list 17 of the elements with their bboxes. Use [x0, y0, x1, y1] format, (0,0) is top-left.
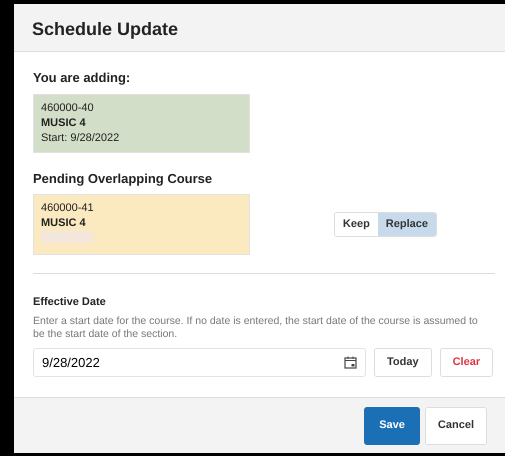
section-heading: You are adding: [33, 69, 132, 87]
toggle-option[interactable]: Replace [378, 213, 436, 236]
start-date: Start: 9/28/2022 [41, 130, 120, 146]
footer-button[interactable]: Save [364, 406, 420, 444]
course-name: MUSIC 4 [41, 116, 87, 130]
date-button[interactable]: Clear [440, 348, 494, 376]
date-field[interactable]: 9/28/2022 [33, 348, 366, 376]
calendar-icon[interactable] [344, 356, 357, 368]
section-heading: Pending Overlapping Course [33, 170, 214, 188]
help-text: Enter a start date for the course. If no date is entered, the start date of the course is assumed to be the start date of the section. [33, 314, 479, 340]
course-number: 460000-41 [41, 201, 95, 216]
course-number: 460000-40 [41, 100, 95, 116]
field-label: Effective Date [33, 295, 107, 310]
date-button[interactable]: Today [374, 348, 432, 376]
course-name: MUSIC 4 [41, 216, 87, 231]
footer-button[interactable]: Cancel [424, 406, 487, 444]
dialog-title: Schedule Update [14, 4, 505, 52]
